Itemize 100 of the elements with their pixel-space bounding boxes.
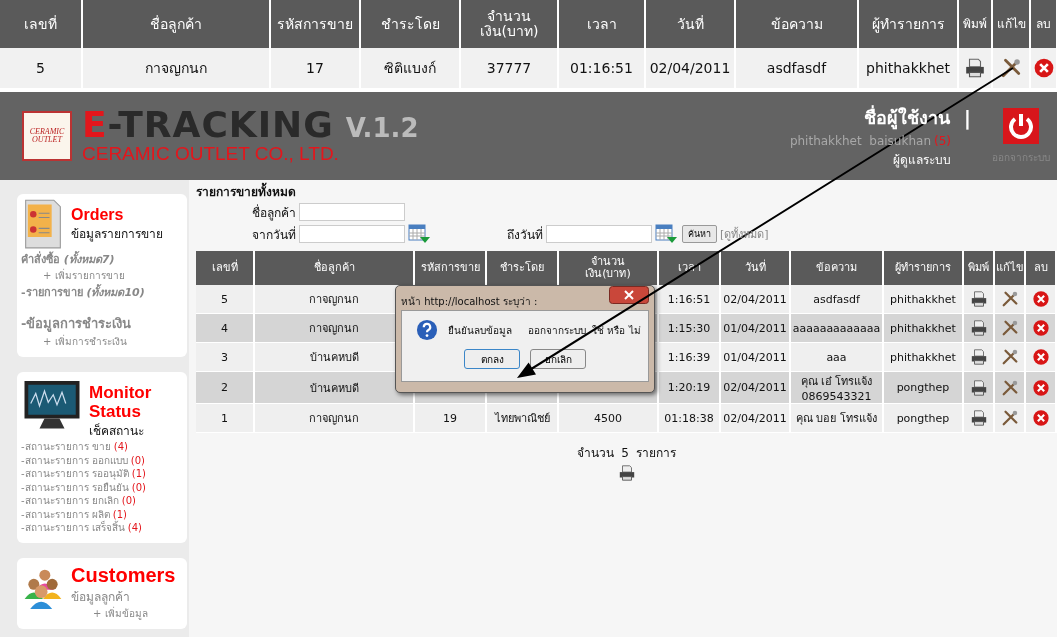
table-cell: 17 xyxy=(270,48,360,88)
delete-icon[interactable] xyxy=(1031,409,1050,427)
printer-icon[interactable] xyxy=(969,378,988,397)
power-icon[interactable] xyxy=(1003,107,1039,144)
column-header: วันที่ xyxy=(645,0,735,48)
column-header: รหัสการขาย xyxy=(414,251,486,285)
table-cell: 02/04/2011 xyxy=(645,48,735,88)
dialog-message: ยืนยันลบข้อมูล ออกจากระบบ ใช่ หรือ ไม่ xyxy=(448,323,641,338)
status-count: (1) xyxy=(112,507,127,521)
field-label: จากวันที่ xyxy=(251,225,296,244)
status-link[interactable]: -สถานะรายการ รออนุมัติ xyxy=(21,467,129,481)
status-link[interactable]: -สถานะรายการ ออกแบบ xyxy=(21,453,128,468)
column-header: ผู้ทำรายการ xyxy=(858,0,958,48)
printer-icon[interactable] xyxy=(969,319,988,337)
table-cell: 01:18:38 xyxy=(658,403,720,433)
ok-button[interactable]: ตกลง xyxy=(464,349,520,369)
calendar-icon[interactable] xyxy=(655,224,677,244)
printer-icon[interactable] xyxy=(964,57,986,79)
delete-icon[interactable] xyxy=(1031,290,1050,308)
column-header: จำนวน เงิน(บาท) xyxy=(460,0,558,48)
table-cell: 5 xyxy=(0,48,82,88)
status-count: (0) xyxy=(121,494,136,508)
calendar-icon[interactable] xyxy=(408,224,430,244)
printer-icon[interactable] xyxy=(969,348,988,366)
column-header: พิมพ์ xyxy=(963,251,994,285)
section-title: รายการขายทั้งหมด xyxy=(196,182,1057,201)
column-header: แก้ไข xyxy=(994,251,1025,285)
sidebar-link[interactable]: + เพิ่มรายการขาย xyxy=(43,270,125,281)
column-header: ชื่อลูกค้า xyxy=(254,251,414,285)
column-header: วันที่ xyxy=(720,251,790,285)
field-label: ถึงวันที่ xyxy=(506,225,543,244)
panel-subtitle: ข้อมูลลูกค้า xyxy=(71,588,131,606)
company-name: CERAMIC OUTLET CO., LTD. xyxy=(82,143,340,165)
column-header: เวลา xyxy=(558,0,645,48)
sidebar-link[interactable]: คำสั่งซื้อ (ทั้งหมด7) xyxy=(21,253,115,266)
user-role: ผู้ดูแลระบบ xyxy=(893,152,951,169)
sidebar-link[interactable]: -ข้อมูลการชำระเงิน xyxy=(21,316,132,331)
delete-icon[interactable] xyxy=(1031,348,1050,366)
status-link[interactable]: -สถานะรายการ ผลิต xyxy=(21,507,110,522)
table-cell: pongthep xyxy=(883,403,963,433)
table-cell: 1 xyxy=(196,403,254,433)
sidebar-link[interactable]: + เพิ่มข้อมูล xyxy=(93,607,148,619)
column-header: ชื่อลูกค้า xyxy=(82,0,270,48)
table-cell: asdfasdf xyxy=(735,48,858,88)
table-cell: phithakkhet xyxy=(858,48,958,88)
table-cell: ซิติแบงก์ xyxy=(360,48,460,88)
table-cell: 4500 xyxy=(558,403,658,433)
version-label: V.1.2 xyxy=(345,113,419,143)
status-link[interactable]: -สถานะรายการ ขาย xyxy=(21,440,111,454)
column-header: เลขที่ xyxy=(0,0,82,48)
search-button[interactable]: ค้นหา xyxy=(682,225,717,243)
table-cell: กาจญกนก xyxy=(254,403,414,433)
date-input[interactable] xyxy=(546,225,652,243)
tools-icon[interactable] xyxy=(1000,57,1022,79)
column-header: ชำระโดย xyxy=(486,251,558,285)
column-header: แก้ไข xyxy=(992,0,1030,48)
status-count: (4) xyxy=(113,440,128,454)
question-icon xyxy=(416,319,438,341)
table-cell: 02/04/2011 xyxy=(720,403,790,433)
dialog-title: หน้า http://localhost ระบุว่า : xyxy=(401,295,538,309)
user-count: (5) xyxy=(934,134,951,148)
customer-input[interactable] xyxy=(299,203,405,221)
delete-icon[interactable] xyxy=(1032,57,1055,79)
logo-text: CERAMIC OUTLET xyxy=(28,128,66,144)
delete-icon[interactable] xyxy=(1031,378,1050,397)
column-header: ข้อความ xyxy=(790,251,883,285)
column-header: เลขที่ xyxy=(196,251,254,285)
date-input[interactable] xyxy=(299,225,405,243)
status-count: (0) xyxy=(130,453,145,468)
table-cell: กาจญกนก xyxy=(82,48,270,88)
printer-icon[interactable] xyxy=(617,463,636,482)
table-cell: ไทยพาณิชย์ xyxy=(486,403,558,433)
sidebar-link[interactable]: -รายการขาย (ทั้งหมด10) xyxy=(21,286,145,299)
column-header: จำนวน เงิน(บาท) xyxy=(558,251,658,285)
column-header: ลบ xyxy=(1030,0,1057,48)
delete-icon[interactable] xyxy=(1031,319,1050,337)
close-icon[interactable] xyxy=(609,286,649,304)
table-cell: 19 xyxy=(414,403,486,433)
field-label: ชื่อลูกค้า xyxy=(251,203,296,222)
panel-title: Monitor Status xyxy=(89,384,152,422)
panel-title: Orders xyxy=(71,206,125,224)
status-link[interactable]: -สถานะรายการ เสร็จสิ้น xyxy=(21,521,125,535)
status-link[interactable]: -สถานะรายการ ยกเลิก xyxy=(21,494,119,508)
column-header: ข้อความ xyxy=(735,0,858,48)
table-cell: 01:16:51 xyxy=(558,48,645,88)
column-header: รหัสการขาย xyxy=(270,0,360,48)
panel-subtitle: ข้อมูลรายการขาย xyxy=(71,226,163,243)
record-count: จำนวน 5 รายการ xyxy=(575,445,678,462)
panel-subtitle: เช็คสถานะ xyxy=(89,422,145,441)
column-header: พิมพ์ xyxy=(958,0,992,48)
status-count: (4) xyxy=(127,521,142,535)
column-header: ลบ xyxy=(1025,251,1056,285)
printer-icon[interactable] xyxy=(969,409,988,427)
column-header: ผู้ทำรายการ xyxy=(883,251,963,285)
table-cell: คุณ บอย โทรแจ้ง xyxy=(790,403,883,433)
panel-title: Customers xyxy=(71,563,176,587)
column-header: ชำระโดย xyxy=(360,0,460,48)
printer-icon[interactable] xyxy=(969,290,988,308)
sidebar-link[interactable]: + เพิ่มการชำระเงิน xyxy=(43,336,127,347)
status-link[interactable]: -สถานะรายการ รอยืนยัน xyxy=(21,480,129,495)
